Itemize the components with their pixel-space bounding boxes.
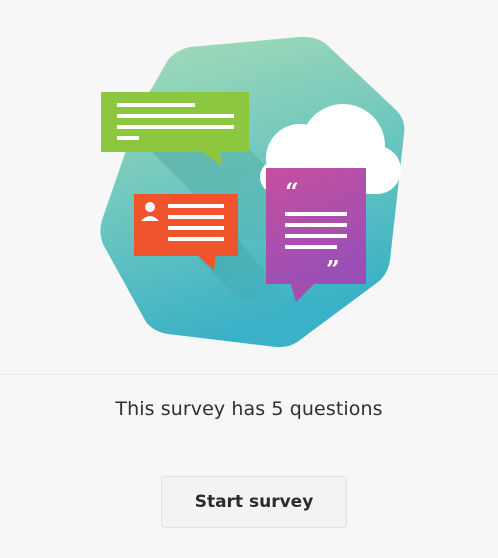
survey-illustration: “ ” — [0, 0, 498, 374]
section-divider — [0, 374, 498, 375]
survey-illustration-svg: “ ” — [100, 36, 405, 348]
survey-start-card: “ ” This survey has 5 questions Start su… — [0, 0, 498, 558]
quote-close-icon: ” — [326, 255, 340, 284]
question-count-text: This survey has 5 questions — [115, 398, 383, 420]
quote-open-icon: “ — [285, 177, 299, 206]
start-survey-button[interactable]: Start survey — [161, 476, 347, 528]
quote-card: “ ” — [266, 168, 366, 302]
